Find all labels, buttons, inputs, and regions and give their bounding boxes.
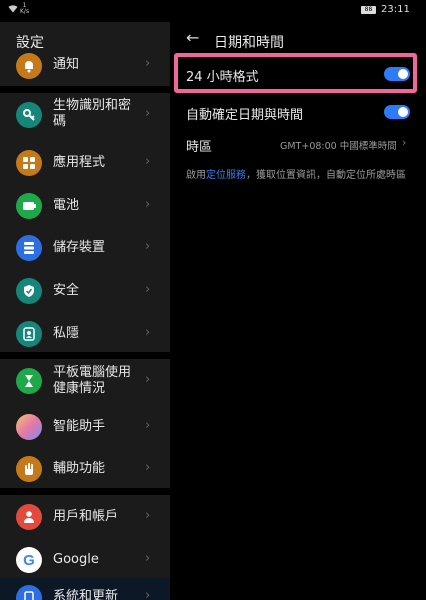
- chevron-right-icon: ›: [145, 106, 151, 121]
- battery-indicator: 88: [361, 6, 376, 14]
- sidebar-item-digital-balance[interactable]: 平板電腦使用健康情況 ›: [0, 359, 170, 403]
- wifi-icon: [8, 5, 18, 16]
- sidebar-item-label: 儲存裝置: [53, 240, 106, 255]
- settings-sidebar: 設定 通知 › 生物識別和密碼 › 應用程式 › 電池 › 儲存裝置 › 安全 …: [0, 22, 170, 600]
- chevron-right-icon: ›: [145, 460, 151, 475]
- chevron-right-icon: ›: [145, 154, 151, 169]
- location-note: 啟用定位服務，獲取位置資訊，自動定位所處時區: [186, 168, 416, 183]
- sidebar-item-label: 用戶和帳戶: [53, 509, 119, 524]
- grid-icon: [16, 150, 42, 176]
- sidebar-item-storage[interactable]: 儲存裝置 ›: [0, 227, 170, 269]
- chevron-right-icon: ›: [145, 239, 151, 254]
- chevron-right-icon: ›: [145, 508, 151, 523]
- sidebar-title: 設定: [16, 35, 44, 51]
- battery-icon: [16, 193, 42, 219]
- key-icon: [16, 102, 42, 128]
- status-clock: 23:11: [381, 4, 410, 15]
- auto-datetime-label: 自動確定日期與時間: [186, 108, 304, 123]
- timezone-row[interactable]: 時區 GMT+08:00 中國標準時間 ›: [170, 129, 426, 159]
- status-bar: 1 K/s 88 23:11: [0, 0, 426, 22]
- hourglass-icon: [16, 368, 42, 394]
- sidebar-item-security[interactable]: 安全 ›: [0, 270, 170, 312]
- sidebar-item-biometrics[interactable]: 生物識別和密碼 ›: [0, 93, 170, 135]
- timezone-value: GMT+08:00 中國標準時間: [280, 141, 397, 152]
- sidebar-item-label: 電池: [53, 198, 80, 213]
- sidebar-item-google[interactable]: G Google ›: [0, 538, 170, 580]
- sidebar-item-label: 智能助手: [53, 419, 106, 434]
- hour24-row[interactable]: 24 小時格式: [170, 59, 426, 89]
- section-divider: [0, 488, 170, 495]
- back-arrow-icon[interactable]: ←: [186, 28, 199, 47]
- page-title: 日期和時間: [214, 35, 284, 51]
- chevron-right-icon: ›: [145, 282, 151, 297]
- sidebar-item-assistant[interactable]: 智能助手 ›: [0, 406, 170, 448]
- sidebar-item-label: 系統和更新: [53, 589, 119, 600]
- sidebar-item-label: 輔助功能: [53, 461, 106, 476]
- shield-check-icon: [16, 278, 42, 304]
- chevron-right-icon: ›: [145, 551, 151, 566]
- assistant-icon: [16, 414, 42, 440]
- sidebar-item-label: 通知: [53, 57, 80, 72]
- section-divider: [0, 352, 170, 359]
- note-prefix: 啟用: [186, 170, 206, 181]
- auto-datetime-toggle[interactable]: [384, 105, 410, 119]
- sidebar-item-apps[interactable]: 應用程式 ›: [0, 142, 170, 184]
- hour24-label: 24 小時格式: [186, 70, 259, 85]
- sidebar-item-label: 應用程式: [53, 155, 106, 170]
- location-services-link[interactable]: 定位服務: [206, 170, 246, 181]
- chevron-right-icon: ›: [145, 372, 151, 387]
- chevron-right-icon: ›: [145, 325, 151, 340]
- privacy-icon: [16, 321, 42, 347]
- date-time-panel: ← 日期和時間 24 小時格式 自動確定日期與時間 時區 GMT+08:00 中…: [170, 22, 426, 600]
- timezone-label: 時區: [186, 140, 213, 155]
- sidebar-item-label: 安全: [53, 283, 80, 298]
- chevron-right-icon: ›: [145, 588, 151, 600]
- sidebar-item-label: 生物識別和密碼: [53, 98, 132, 129]
- chevron-right-icon: ›: [145, 418, 151, 433]
- auto-datetime-row[interactable]: 自動確定日期與時間: [170, 97, 426, 127]
- phone-icon: [16, 585, 42, 600]
- chevron-right-icon: ›: [402, 136, 407, 149]
- network-rate: 1 K/s: [20, 2, 30, 15]
- sidebar-item-label: Google: [53, 552, 99, 567]
- note-suffix: ，獲取位置資訊，自動定位所處時區: [246, 170, 406, 181]
- sidebar-item-accessibility[interactable]: 輔助功能 ›: [0, 448, 170, 490]
- hand-icon: [16, 456, 42, 482]
- hour24-toggle[interactable]: [384, 67, 410, 81]
- sidebar-item-battery[interactable]: 電池 ›: [0, 185, 170, 227]
- sidebar-item-label: 平板電腦使用健康情況: [53, 365, 132, 396]
- sidebar-item-privacy[interactable]: 私隱 ›: [0, 313, 170, 355]
- google-icon: G: [16, 547, 42, 573]
- section-divider: [0, 86, 170, 93]
- sidebar-item-users-accounts[interactable]: 用戶和帳戶 ›: [0, 495, 170, 537]
- chevron-right-icon: ›: [145, 197, 151, 212]
- sidebar-item-notifications[interactable]: 通知 ›: [0, 53, 170, 86]
- user-icon: [16, 504, 42, 530]
- sidebar-item-system-updates[interactable]: 系統和更新 ›: [0, 578, 170, 600]
- sidebar-item-label: 私隱: [53, 326, 80, 341]
- chevron-right-icon: ›: [145, 56, 151, 71]
- bell-icon: [16, 53, 42, 79]
- storage-icon: [16, 235, 42, 261]
